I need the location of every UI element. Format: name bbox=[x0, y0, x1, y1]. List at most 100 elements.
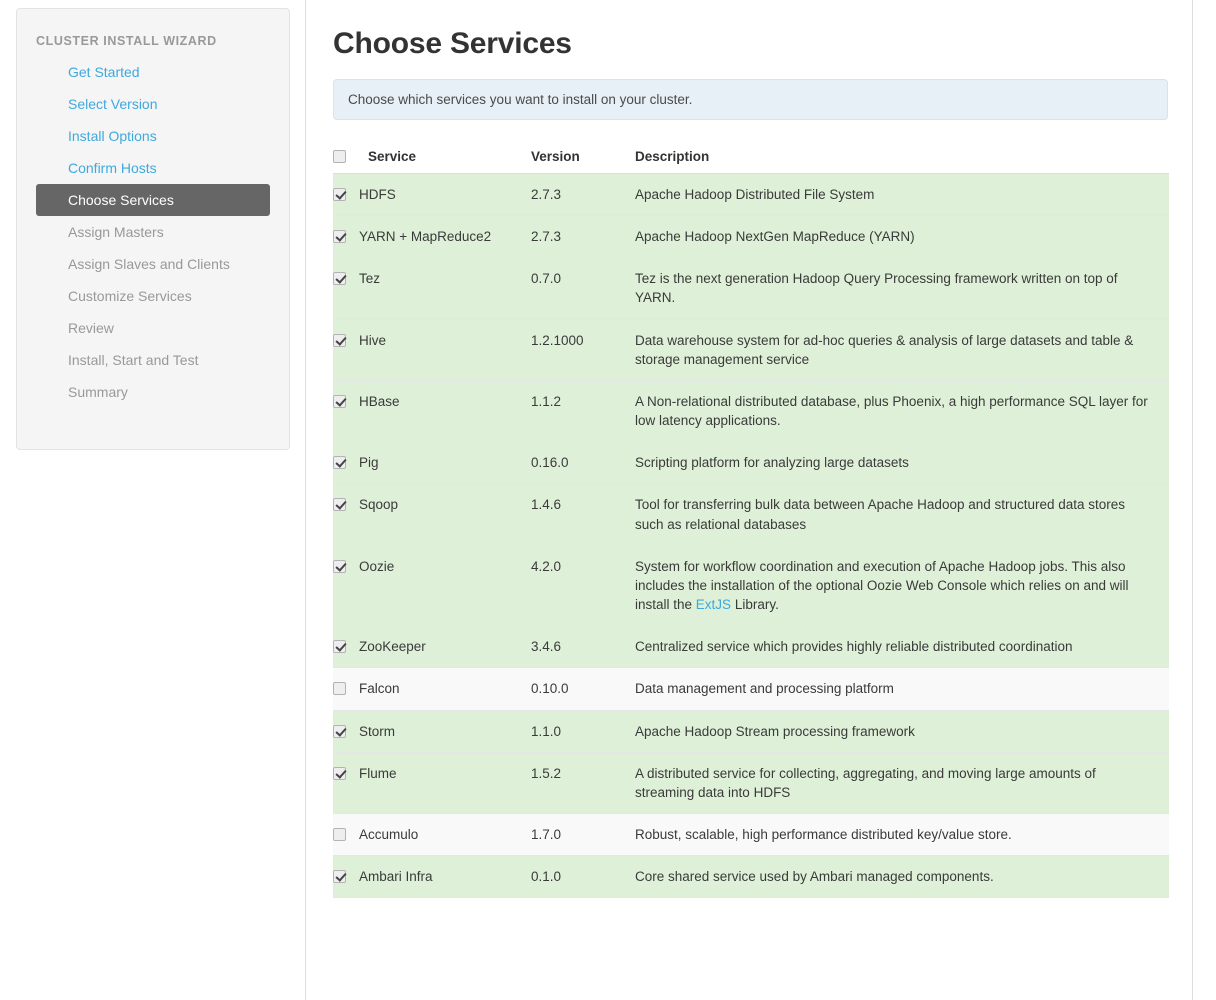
service-version-cell: 1.1.2 bbox=[531, 380, 635, 443]
service-checkbox-cell[interactable] bbox=[333, 380, 359, 443]
table-row[interactable]: Storm 1.1.0 Apache Hadoop Stream processin… bbox=[333, 710, 1169, 753]
main-content-panel: Choose Services Choose which services yo… bbox=[305, 0, 1193, 1000]
service-description-cell: Apache Hadoop Distributed File System bbox=[635, 173, 1169, 217]
sidebar-item-select-version[interactable]: Select Version bbox=[36, 88, 270, 120]
sidebar-item-assign-masters: Assign Masters bbox=[36, 216, 270, 248]
sidebar-item-customize-services: Customize Services bbox=[36, 280, 270, 312]
table-row[interactable]: HBase 1.1.2 A Non-relational distributed d… bbox=[333, 380, 1169, 443]
table-row[interactable]: Accumulo 1.7.0 Robust, scalable, high perf… bbox=[333, 813, 1169, 857]
sidebar-item-choose-services[interactable]: Choose Services bbox=[36, 184, 270, 216]
sidebar-item-label: Assign Masters bbox=[68, 224, 164, 240]
service-version-cell: 1.2.1000 bbox=[531, 319, 635, 381]
table-row[interactable]: HDFS 2.7.3 Apache Hadoop Distributed File … bbox=[333, 173, 1169, 217]
table-row[interactable]: Sqoop 1.4.6 Tool for transferring bulk dat… bbox=[333, 483, 1169, 546]
table-row[interactable]: Hive 1.2.1000 Data warehouse system for ad… bbox=[333, 319, 1169, 381]
column-header-version-label: Version bbox=[531, 149, 580, 164]
service-version-cell: 4.2.0 bbox=[531, 545, 635, 627]
service-checkbox-cell[interactable] bbox=[333, 441, 359, 485]
column-header-service: Service bbox=[359, 141, 531, 174]
service-checkbox-cell[interactable] bbox=[333, 257, 359, 320]
service-name-cell: Sqoop bbox=[359, 483, 531, 546]
service-checkbox[interactable] bbox=[333, 559, 346, 573]
service-checkbox-cell[interactable] bbox=[333, 545, 359, 627]
service-name-cell: HBase bbox=[359, 380, 531, 443]
service-checkbox[interactable] bbox=[333, 640, 346, 654]
service-checkbox-cell[interactable] bbox=[333, 667, 359, 711]
service-name-cell: Oozie bbox=[359, 545, 531, 627]
table-row[interactable]: Oozie 4.2.0 System for workflow coordinati… bbox=[333, 545, 1169, 627]
service-checkbox[interactable] bbox=[333, 456, 346, 470]
service-description-cell: A distributed service for collecting, ag… bbox=[635, 752, 1169, 814]
service-checkbox-cell[interactable] bbox=[333, 483, 359, 546]
service-name: Hive bbox=[359, 332, 387, 348]
service-name: Storm bbox=[359, 723, 396, 739]
service-checkbox[interactable] bbox=[333, 394, 346, 408]
service-checkbox[interactable] bbox=[333, 870, 346, 884]
service-checkbox-cell[interactable] bbox=[333, 215, 359, 259]
service-description-cell: A Non-relational distributed database, p… bbox=[635, 380, 1169, 443]
wizard-step-list: Get Started Select Version Install Options… bbox=[17, 56, 289, 408]
select-all-checkbox[interactable] bbox=[333, 150, 346, 163]
service-name-cell: Pig bbox=[359, 441, 531, 485]
sidebar-item-label: Review bbox=[68, 320, 114, 336]
service-name-cell: Ambari Infra bbox=[359, 855, 531, 899]
sidebar-item-assign-slaves-and-clients: Assign Slaves and Clients bbox=[36, 248, 270, 280]
service-checkbox[interactable] bbox=[333, 724, 346, 738]
service-description-cell: Scripting platform for analyzing large d… bbox=[635, 441, 1169, 485]
info-banner: Choose which services you want to instal… bbox=[333, 79, 1168, 120]
service-checkbox-cell[interactable] bbox=[333, 173, 359, 217]
table-row[interactable]: Tez 0.7.0 Tez is the next generation Hadoo… bbox=[333, 257, 1169, 320]
service-description-cell: Core shared service used by Ambari manag… bbox=[635, 855, 1169, 899]
sidebar-item-label: Assign Slaves and Clients bbox=[68, 256, 230, 272]
service-version-cell: 2.7.3 bbox=[531, 215, 635, 259]
service-checkbox[interactable] bbox=[333, 230, 346, 244]
service-checkbox[interactable] bbox=[333, 188, 346, 201]
sidebar-item-install-options[interactable]: Install Options bbox=[36, 120, 270, 152]
sidebar-item-summary: Summary bbox=[36, 376, 270, 408]
service-version-cell: 0.1.0 bbox=[531, 855, 635, 899]
extjs-link[interactable]: ExtJS bbox=[696, 597, 731, 612]
service-checkbox[interactable] bbox=[333, 682, 346, 696]
service-checkbox[interactable] bbox=[333, 827, 346, 841]
service-description-cell: Data warehouse system for ad-hoc queries… bbox=[635, 319, 1169, 381]
service-name-cell: Storm bbox=[359, 710, 531, 753]
service-checkbox[interactable] bbox=[333, 498, 346, 512]
service-name: Flume bbox=[359, 765, 397, 781]
service-description-cell: Apache Hadoop Stream processing framewor… bbox=[635, 710, 1169, 753]
service-name: Accumulo bbox=[359, 826, 419, 842]
sidebar-item-get-started[interactable]: Get Started bbox=[36, 56, 270, 88]
table-row[interactable]: Pig 0.16.0 Scripting platform for analyzin… bbox=[333, 441, 1169, 485]
sidebar-item-confirm-hosts[interactable]: Confirm Hosts bbox=[36, 152, 270, 184]
column-header-description-label: Description bbox=[635, 149, 710, 164]
service-version-cell: 1.4.6 bbox=[531, 483, 635, 546]
wizard-sidebar: CLUSTER INSTALL WIZARD Get Started Select… bbox=[16, 8, 290, 450]
services-table-body: HDFS 2.7.3 Apache Hadoop Distributed File … bbox=[333, 173, 1169, 899]
column-header-version: Version bbox=[531, 141, 635, 174]
service-name: Pig bbox=[359, 455, 379, 471]
service-name: ZooKeeper bbox=[359, 639, 426, 655]
service-checkbox-cell[interactable] bbox=[333, 710, 359, 753]
table-row[interactable]: ZooKeeper 3.4.6 Centralized service which … bbox=[333, 625, 1169, 669]
table-row[interactable]: YARN + MapReduce2 2.7.3 Apache Hadoop Next… bbox=[333, 215, 1169, 259]
service-version-cell: 2.7.3 bbox=[531, 173, 635, 217]
service-version-cell: 3.4.6 bbox=[531, 625, 635, 669]
service-description-cell: Apache Hadoop NextGen MapReduce (YARN) bbox=[635, 215, 1169, 259]
service-checkbox[interactable] bbox=[333, 272, 346, 286]
service-name-cell: Hive bbox=[359, 319, 531, 381]
table-row[interactable]: Flume 1.5.2 A distributed service for coll… bbox=[333, 752, 1169, 814]
service-name: Ambari Infra bbox=[359, 869, 433, 885]
service-name-cell: Accumulo bbox=[359, 813, 531, 857]
service-checkbox[interactable] bbox=[333, 333, 346, 347]
service-checkbox-cell[interactable] bbox=[333, 855, 359, 899]
service-checkbox-cell[interactable] bbox=[333, 319, 359, 381]
table-row[interactable]: Ambari Infra 0.1.0 Core shared service use… bbox=[333, 855, 1169, 899]
service-checkbox-cell[interactable] bbox=[333, 752, 359, 814]
service-checkbox-cell[interactable] bbox=[333, 625, 359, 669]
service-checkbox-cell[interactable] bbox=[333, 813, 359, 857]
column-header-service-label: Service bbox=[368, 149, 417, 164]
page-title: Choose Services bbox=[333, 27, 572, 60]
table-row[interactable]: Falcon 0.10.0 Data management and processi… bbox=[333, 667, 1169, 711]
service-name: HDFS bbox=[359, 187, 396, 202]
select-all-checkbox-cell[interactable] bbox=[333, 141, 359, 174]
service-checkbox[interactable] bbox=[333, 766, 346, 780]
